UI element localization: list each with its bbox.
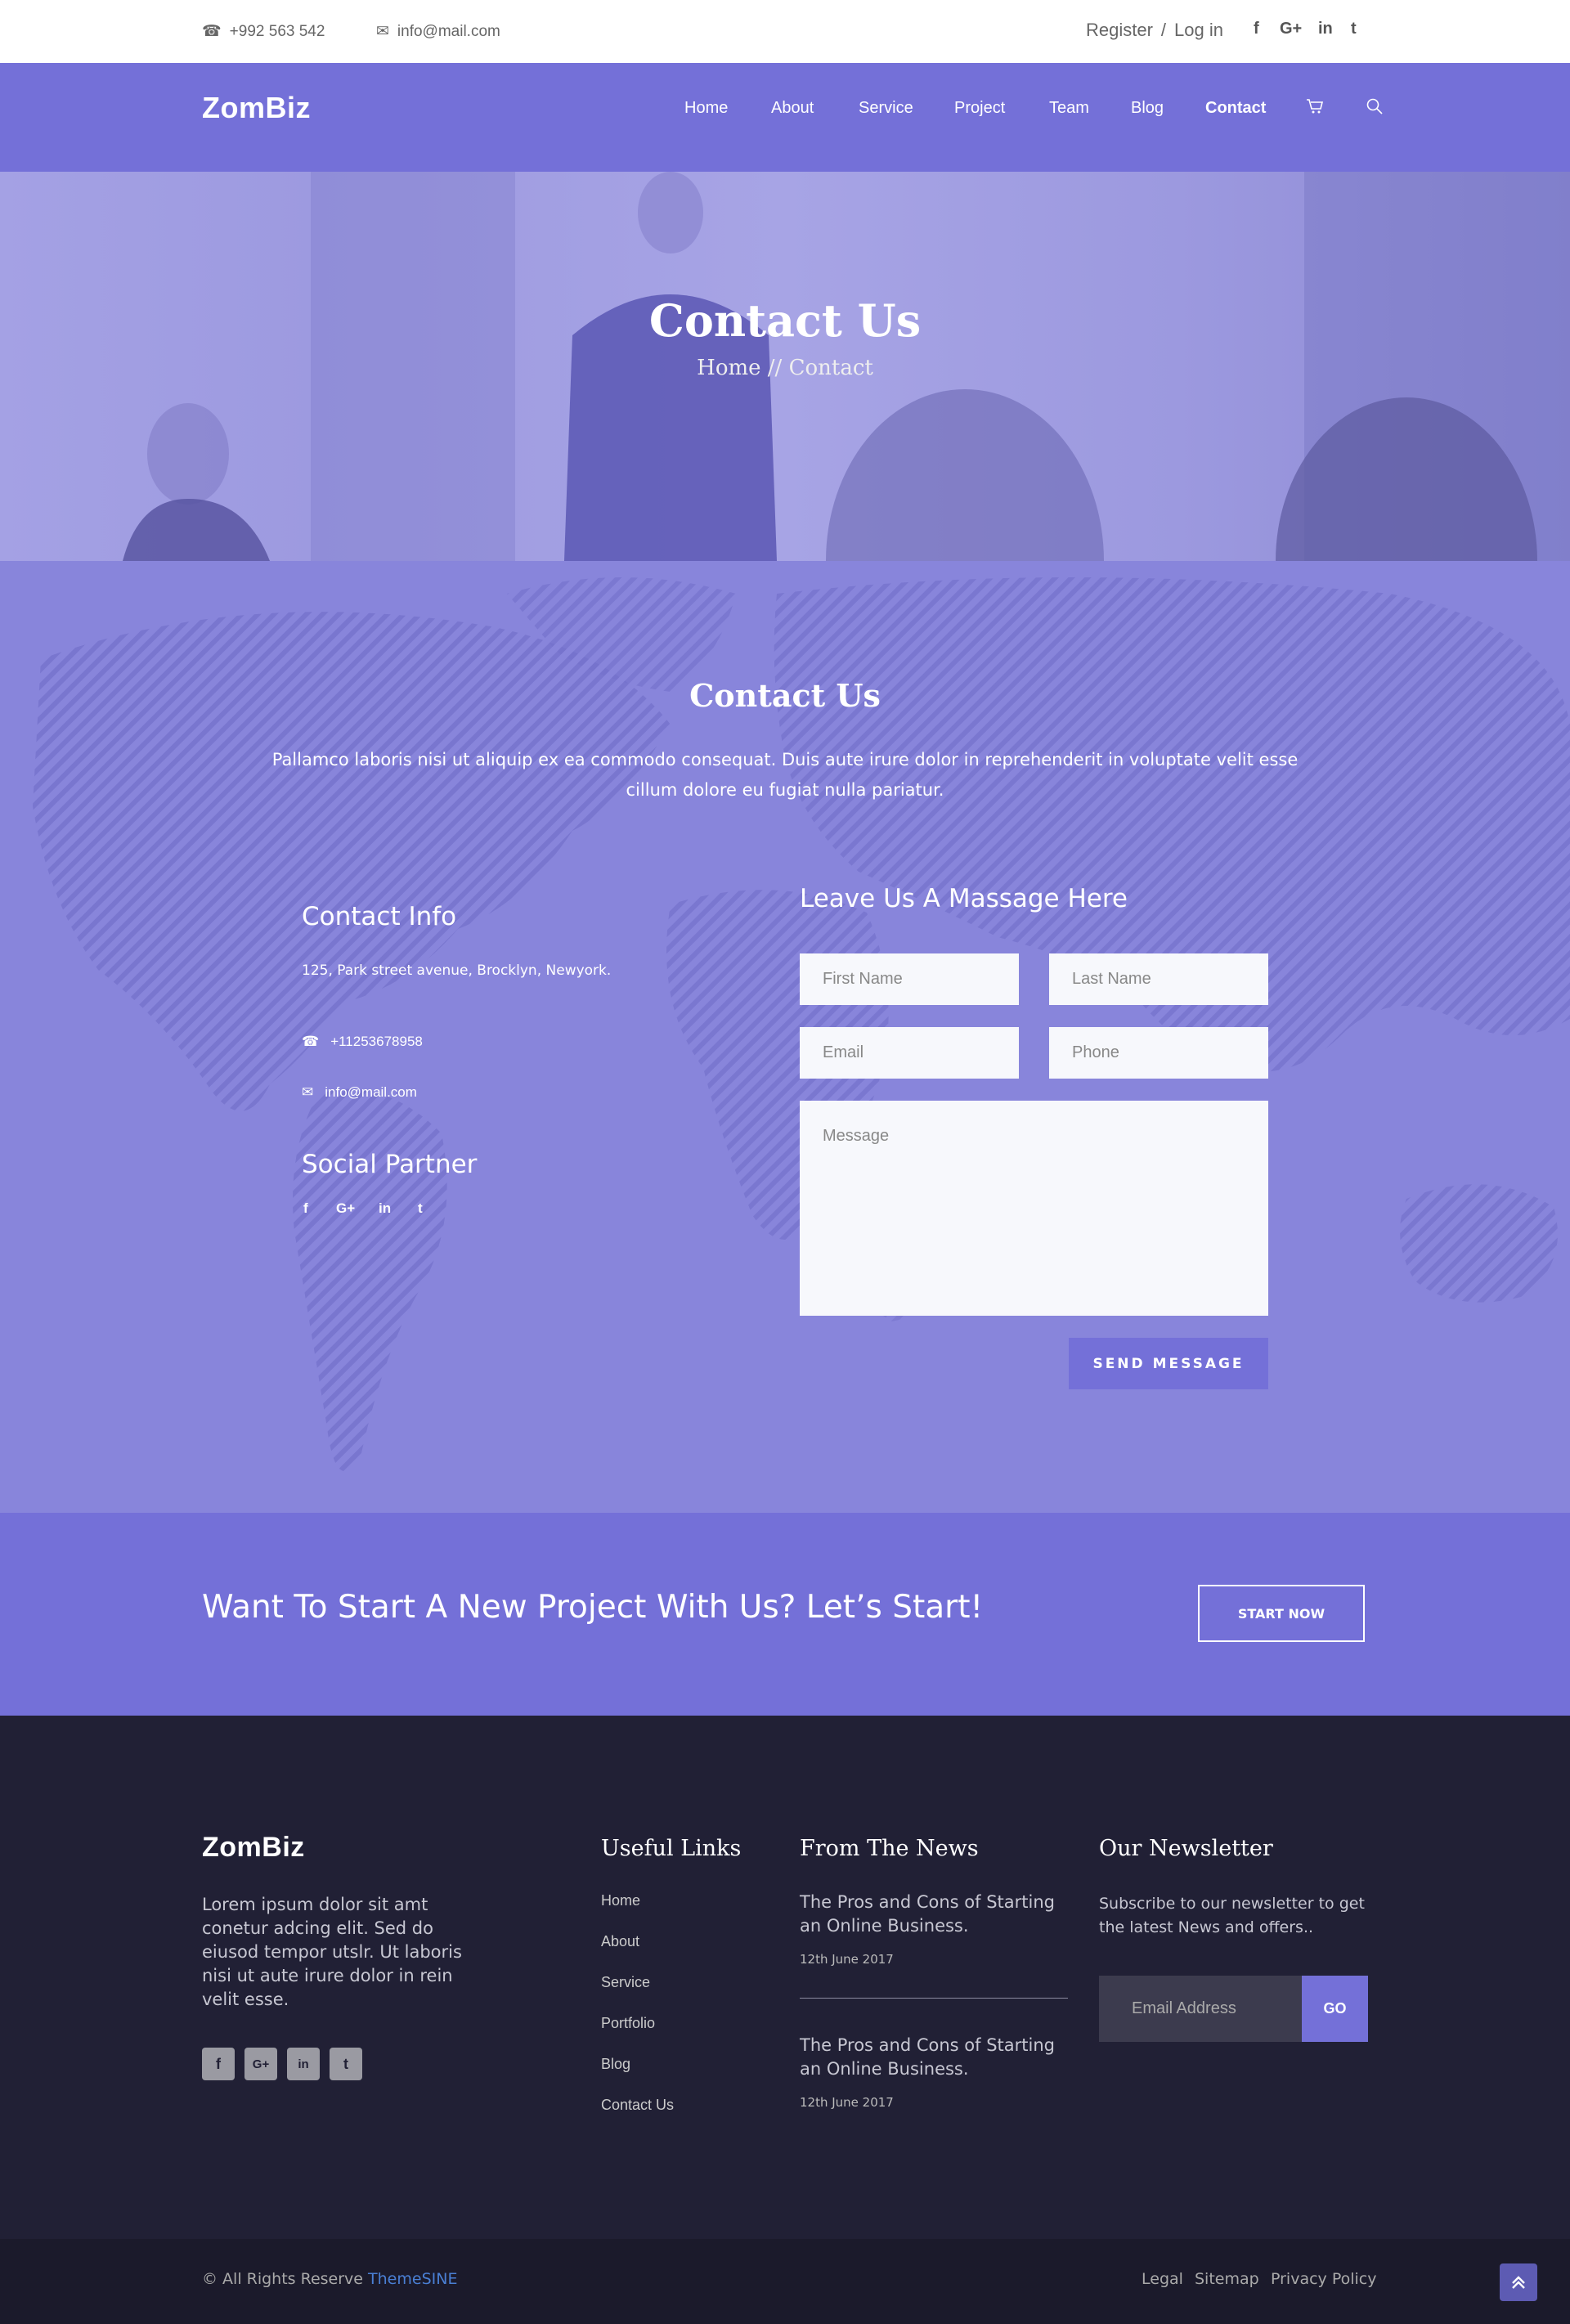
- google-plus-icon[interactable]: G+: [336, 1200, 355, 1217]
- footer-link-service[interactable]: Service: [601, 1974, 650, 1991]
- nav-item-service[interactable]: Service: [859, 99, 913, 118]
- newsletter-title: Our Newsletter: [1099, 1836, 1273, 1861]
- legal-link[interactable]: Legal: [1142, 2270, 1183, 2288]
- nav-item-contact[interactable]: Contact: [1205, 99, 1266, 118]
- search-icon[interactable]: [1366, 97, 1384, 120]
- start-now-button[interactable]: START NOW: [1198, 1585, 1365, 1642]
- breadcrumb-home[interactable]: Home: [697, 356, 760, 380]
- copyright: © All Rights Reserve ThemeSINE: [202, 2270, 458, 2288]
- useful-links-title: Useful Links: [601, 1836, 742, 1861]
- linkedin-icon[interactable]: in: [1318, 20, 1333, 38]
- breadcrumb-current: Contact: [788, 356, 873, 380]
- site-logo[interactable]: ZomBiz: [202, 91, 311, 125]
- envelope-icon: ✉: [376, 23, 389, 40]
- cta-banner: Want To Start A New Project With Us? Let…: [0, 1513, 1570, 1716]
- footer-logo[interactable]: ZomBiz: [202, 1832, 305, 1864]
- form-title: Leave Us A Massage Here: [800, 884, 1128, 913]
- contact-phone[interactable]: ☎ +11253678958: [302, 1034, 423, 1050]
- auth-separator: /: [1160, 20, 1167, 40]
- facebook-icon[interactable]: f: [303, 1200, 308, 1217]
- footer-description: Lorem ipsum dolor sit amt conetur adcing…: [202, 1895, 462, 2009]
- phone-icon: ☎: [302, 1034, 320, 1049]
- newsletter-email-input[interactable]: Email Address: [1099, 1976, 1302, 2042]
- contact-email[interactable]: ✉ info@mail.com: [302, 1084, 417, 1101]
- facebook-icon[interactable]: f: [202, 2048, 235, 2080]
- envelope-icon: ✉: [302, 1084, 314, 1100]
- footer-link-portfolio[interactable]: Portfolio: [601, 2015, 655, 2032]
- nav-item-home[interactable]: Home: [684, 99, 728, 118]
- main-nav: ZomBiz Home About Service Project Team B…: [0, 63, 1570, 172]
- auth-links: Register / Log in: [1086, 20, 1223, 41]
- footer-link-about[interactable]: About: [601, 1933, 639, 1950]
- sitemap-link[interactable]: Sitemap: [1195, 2270, 1259, 2288]
- linkedin-icon[interactable]: in: [379, 1200, 391, 1217]
- news-divider: [800, 1998, 1068, 1999]
- first-name-field[interactable]: First Name: [800, 953, 1019, 1005]
- message-field[interactable]: Message: [800, 1101, 1268, 1316]
- twitter-icon[interactable]: t: [1351, 20, 1357, 38]
- news-item-date: 12th June 2017: [800, 1952, 894, 1967]
- google-plus-icon[interactable]: G+: [1280, 20, 1302, 38]
- footer-link-contact[interactable]: Contact Us: [601, 2097, 674, 2114]
- top-bar: ☎ +992 563 542 ✉ info@mail.com Register …: [0, 0, 1570, 63]
- contact-info-title: Contact Info: [302, 902, 457, 931]
- topbar-email[interactable]: ✉ info@mail.com: [376, 22, 500, 41]
- news-item-title[interactable]: The Pros and Cons of Starting an Online …: [800, 2034, 1078, 2081]
- login-link[interactable]: Log in: [1174, 20, 1223, 41]
- nav-item-team[interactable]: Team: [1049, 99, 1089, 118]
- contact-address: 125, Park street avenue, Brocklyn, Newyo…: [302, 962, 612, 979]
- hero-title: Contact Us: [648, 294, 922, 347]
- last-name-field[interactable]: Last Name: [1049, 953, 1268, 1005]
- news-item-title[interactable]: The Pros and Cons of Starting an Online …: [800, 1891, 1078, 1938]
- footer-link-blog[interactable]: Blog: [601, 2056, 630, 2073]
- news-title: From The News: [800, 1836, 979, 1861]
- topbar-phone[interactable]: ☎ +992 563 542: [202, 22, 325, 41]
- twitter-icon[interactable]: t: [330, 2048, 362, 2080]
- breadcrumb: Home // Contact: [0, 356, 1570, 380]
- news-item-date: 12th June 2017: [800, 2095, 894, 2110]
- chevron-up-icon[interactable]: [1500, 2263, 1537, 2301]
- phone-icon: ☎: [202, 23, 222, 40]
- newsletter-go-button[interactable]: GO: [1302, 1976, 1368, 2042]
- twitter-icon[interactable]: t: [418, 1200, 423, 1217]
- contact-title: Contact Us: [689, 677, 881, 714]
- linkedin-icon[interactable]: in: [287, 2048, 320, 2080]
- register-link[interactable]: Register: [1086, 20, 1153, 41]
- privacy-policy-link[interactable]: Privacy Policy: [1271, 2270, 1376, 2288]
- contact-intro: Pallamco laboris nisi ut aliquip ex ea c…: [271, 750, 1299, 800]
- facebook-icon[interactable]: f: [1254, 20, 1259, 38]
- nav-item-about[interactable]: About: [771, 99, 814, 118]
- google-plus-icon[interactable]: G+: [244, 2048, 277, 2080]
- footer: ZomBiz Lorem ipsum dolor sit amt conetur…: [0, 1716, 1570, 2239]
- page-hero: Contact Us Home // Contact: [0, 172, 1570, 561]
- email-field[interactable]: Email: [800, 1027, 1019, 1079]
- phone-field[interactable]: Phone: [1049, 1027, 1268, 1079]
- footer-link-home[interactable]: Home: [601, 1892, 640, 1909]
- breadcrumb-separator: //: [767, 356, 783, 380]
- cta-text: Want To Start A New Project With Us? Let…: [202, 1589, 984, 1626]
- brand-link[interactable]: ThemeSINE: [368, 2270, 457, 2288]
- cart-icon[interactable]: [1306, 97, 1324, 120]
- bottom-bar: © All Rights Reserve ThemeSINE Legal Sit…: [0, 2239, 1570, 2324]
- send-message-button[interactable]: SEND MESSAGE: [1069, 1338, 1268, 1389]
- contact-section: Contact Us Pallamco laboris nisi ut aliq…: [0, 561, 1570, 1513]
- nav-item-project[interactable]: Project: [954, 99, 1005, 118]
- nav-item-blog[interactable]: Blog: [1131, 99, 1164, 118]
- newsletter-text: Subscribe to our newsletter to get the l…: [1099, 1895, 1365, 1936]
- social-partner-title: Social Partner: [302, 1150, 478, 1179]
